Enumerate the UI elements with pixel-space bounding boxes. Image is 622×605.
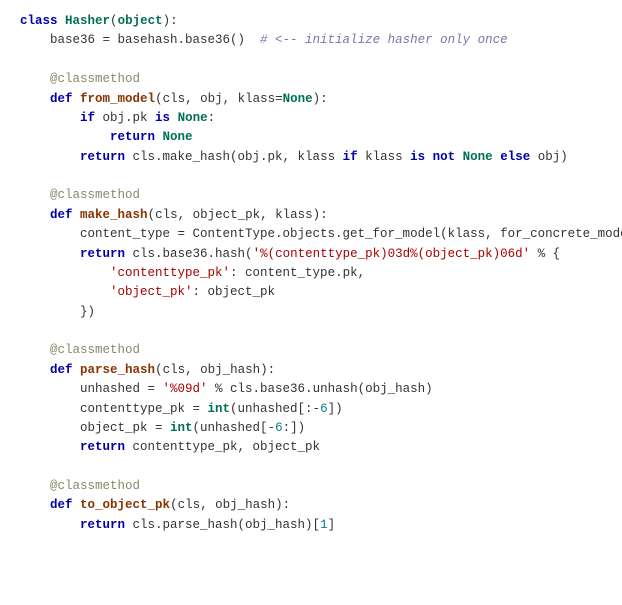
code-block: class Hasher(object): base36 = basehash.… xyxy=(0,0,622,605)
